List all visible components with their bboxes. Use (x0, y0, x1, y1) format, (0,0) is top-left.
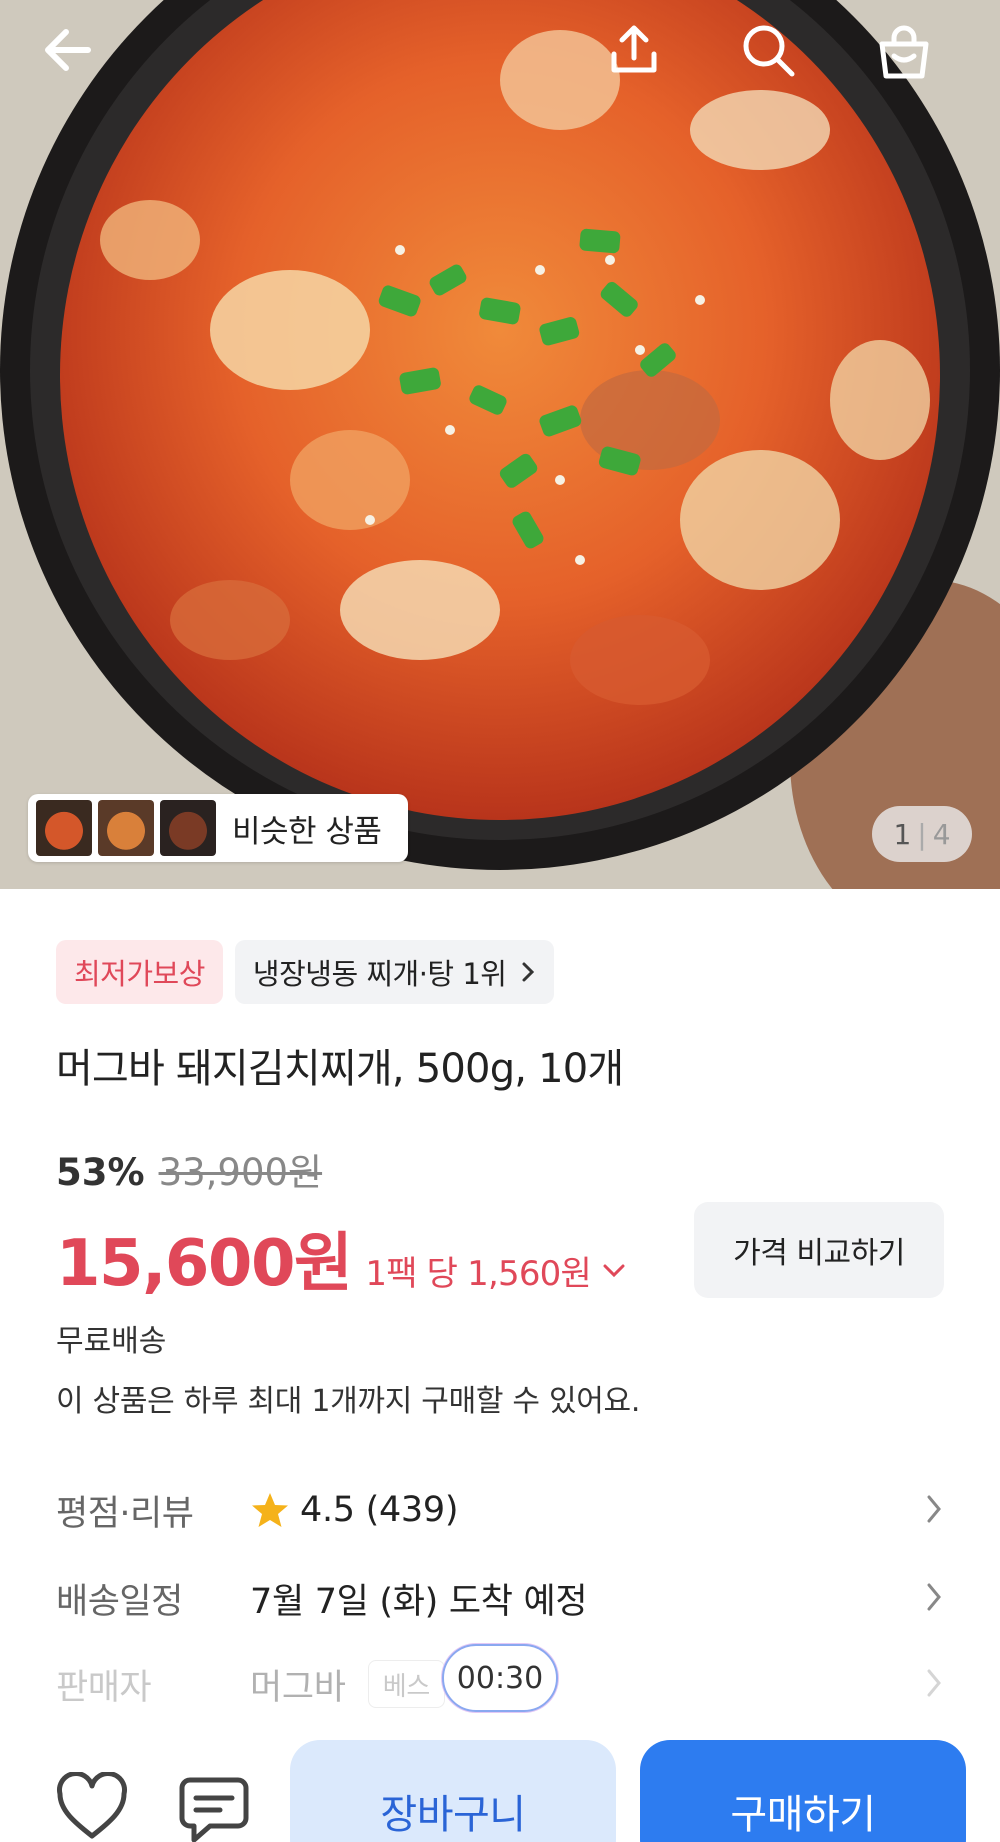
delivery-value: 7월 7일 (화) 도착 예정 (250, 1581, 588, 1622)
compare-price-button[interactable]: 가격 비교하기 (694, 1202, 944, 1298)
page-total: 4 (932, 817, 951, 851)
shopping-bag-icon (879, 25, 929, 79)
similar-products-button[interactable]: 비슷한 상품 (28, 794, 408, 862)
cart-button[interactable] (872, 20, 952, 100)
chevron-right-icon (522, 962, 535, 982)
similar-thumb-3 (160, 800, 216, 856)
category-rank-badge[interactable]: 냉장냉동 찌개·탕 1위 (234, 940, 555, 1004)
star-icon (252, 1493, 288, 1527)
add-to-cart-button[interactable]: 장바구니 (290, 1740, 616, 1842)
search-button[interactable] (738, 20, 818, 100)
chevron-down-icon (603, 1264, 625, 1277)
discount-row: 53% 33,900원 (56, 1142, 322, 1196)
wishlist-button[interactable] (52, 1772, 132, 1842)
price-row: 15,600원 1팩 당 1,560원 (56, 1212, 627, 1304)
seller-value-group: 머그바 베스 (250, 1659, 445, 1710)
badge-row: 최저가보상 냉장냉동 찌개·탕 1위 (56, 940, 555, 1004)
buy-now-button[interactable]: 구매하기 (640, 1740, 966, 1842)
page-separator: | (917, 817, 927, 851)
category-rank-label: 냉장냉동 찌개·탕 1위 (252, 957, 507, 991)
page-current: 1 (893, 817, 912, 851)
original-price: 33,900원 (158, 1151, 323, 1194)
back-button[interactable] (38, 20, 118, 100)
chevron-right-icon (927, 1495, 941, 1523)
chat-icon (179, 1777, 249, 1842)
chevron-right-icon (927, 1669, 941, 1697)
rating-row[interactable]: 평점·리뷰 4.5 (439) (56, 1480, 944, 1540)
rating-value: 4.5 (439) (300, 1490, 459, 1530)
countdown-timer[interactable]: 00:30 (442, 1644, 558, 1712)
seller-name: 머그바 (250, 1667, 346, 1708)
purchase-limit-notice: 이 상품은 하루 최대 1개까지 구매할 수 있어요. (56, 1384, 641, 1419)
arrow-left-icon (45, 29, 91, 71)
seller-label: 판매자 (56, 1667, 152, 1708)
similar-products-label: 비슷한 상품 (232, 813, 382, 850)
stew-photo (0, 0, 1000, 889)
heart-icon (57, 1772, 127, 1839)
delivery-label: 배송일정 (56, 1581, 183, 1622)
shipping-info: 무료배송 (56, 1324, 167, 1359)
share-icon (611, 25, 657, 73)
rating-value-group: 4.5 (439) (250, 1490, 459, 1530)
similar-thumb-2 (98, 800, 154, 856)
unit-price-label: 1팩 당 1,560원 (365, 1254, 591, 1294)
inquiry-button[interactable] (174, 1774, 254, 1842)
image-page-indicator: 1 | 4 (872, 806, 972, 862)
product-image[interactable]: 비슷한 상품 1 | 4 (0, 0, 1000, 889)
delivery-row[interactable]: 배송일정 7월 7일 (화) 도착 예정 (56, 1568, 944, 1628)
share-button[interactable] (604, 20, 684, 100)
similar-thumb-1 (36, 800, 92, 856)
chevron-right-icon (927, 1583, 941, 1611)
product-title: 머그바 돼지김치찌개, 500g, 10개 (56, 1046, 624, 1092)
rating-label: 평점·리뷰 (56, 1493, 194, 1534)
sale-price: 15,600원 (56, 1227, 353, 1301)
lowest-price-badge[interactable]: 최저가보상 (56, 940, 223, 1004)
search-icon (743, 25, 795, 77)
unit-price-toggle[interactable]: 1팩 당 1,560원 (365, 1246, 627, 1295)
seller-tag: 베스 (367, 1660, 445, 1708)
discount-rate: 53% (56, 1151, 145, 1194)
